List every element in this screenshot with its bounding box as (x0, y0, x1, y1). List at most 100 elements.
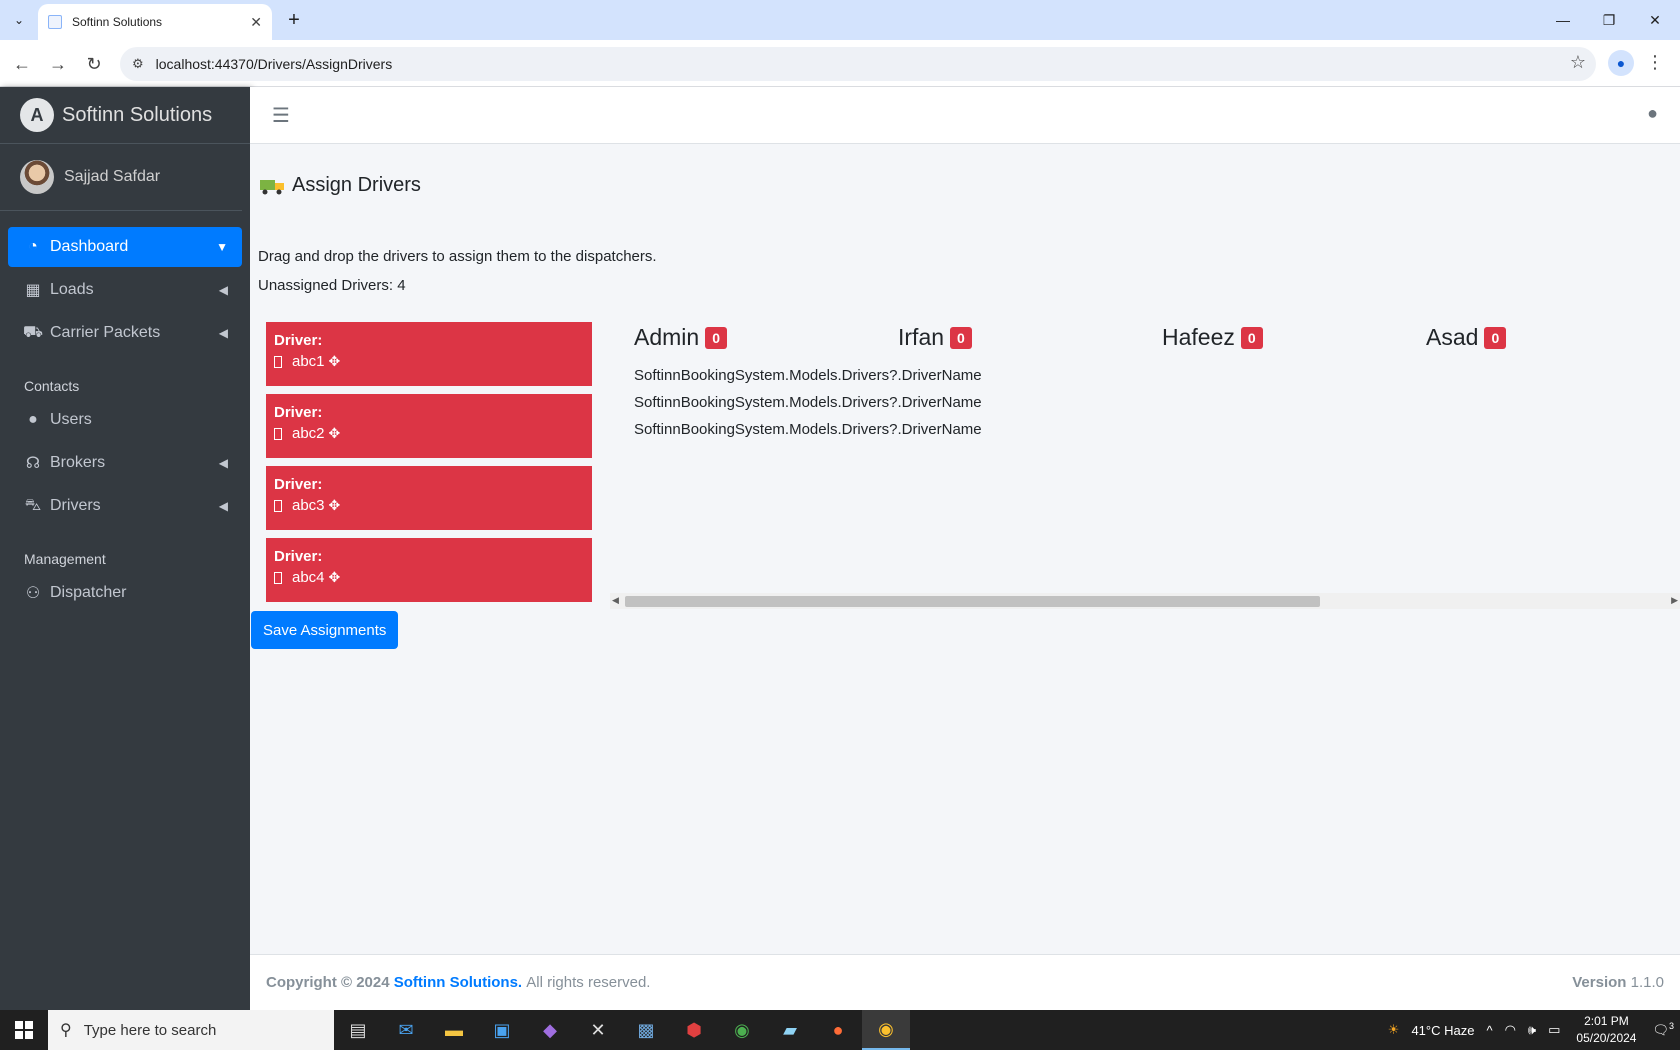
profile-icon[interactable]: ● (1608, 50, 1634, 76)
notifications-icon[interactable]: 🗨3 (1652, 1021, 1674, 1038)
hamburger-menu-icon[interactable]: ☰ (272, 103, 290, 128)
scrollbar-thumb[interactable] (625, 596, 1320, 607)
save-assignments-button[interactable]: Save Assignments (251, 611, 399, 649)
bookmark-star-icon[interactable]: ☆ (1570, 52, 1586, 73)
move-handle-icon[interactable]: ✥ (329, 425, 341, 442)
new-tab-icon[interactable]: + (282, 8, 306, 32)
browser-menu-icon[interactable]: ⋮ (1646, 52, 1664, 73)
back-icon[interactable]: ← (8, 50, 36, 78)
move-handle-icon[interactable]: ✥ (329, 353, 341, 370)
avatar (20, 160, 54, 194)
close-tab-icon[interactable]: ✕ (250, 14, 262, 31)
assigned-driver-item[interactable]: SoftinnBookingSystem.Models.Drivers?.Dri… (634, 421, 982, 438)
driver-label: Driver: (274, 404, 323, 421)
dispatcher-name: Admin (634, 324, 700, 350)
restore-icon[interactable]: ❐ (1586, 0, 1632, 40)
browser-tab[interactable]: Softinn Solutions ✕ (38, 4, 272, 40)
windows-start-icon[interactable] (0, 1010, 48, 1050)
dispatcher-column[interactable]: Hafeez 0 (1162, 324, 1263, 351)
tab-search-chevron-icon[interactable]: ⌄ (6, 8, 32, 32)
page-title-text: Assign Drivers (292, 174, 421, 196)
battery-icon[interactable]: ▭ (1548, 1022, 1560, 1038)
sidebar-item-users[interactable]: ● Users (8, 400, 242, 440)
driver-card[interactable]: Driver: abc3 ✥ (266, 466, 592, 530)
driver-card[interactable]: Driver: abc1 ✥ (266, 322, 592, 386)
clock[interactable]: 2:01 PM 05/20/2024 (1576, 1013, 1636, 1047)
chevron-down-icon: ▼ (216, 240, 228, 254)
forward-icon[interactable]: → (44, 50, 72, 78)
system-tray: ☀ 41°C Haze ^ ◠ 🕪 ▭ 2:01 PM 05/20/2024 🗨… (1382, 1010, 1680, 1050)
postman-icon[interactable]: ● (814, 1010, 862, 1050)
driver-checkbox[interactable] (274, 355, 282, 368)
driver-card[interactable]: Driver: abc4 ✥ (266, 538, 592, 602)
taskbar: ⚲ Type here to search ▤ ✉ ▬ ▣ ◆ ✕ ▩ ⬢ ◉ … (0, 1010, 1680, 1050)
brand-logo-icon: A (20, 98, 54, 132)
url-text[interactable]: localhost:44370/Drivers/AssignDrivers (156, 56, 393, 72)
user-panel[interactable]: Sajjad Safdar (0, 144, 242, 211)
notes-app-icon[interactable]: ▰ (766, 1010, 814, 1050)
driver-name: abc2 (292, 425, 325, 442)
chevron-left-icon: ◀ (218, 283, 228, 297)
driver-name: abc4 (292, 569, 325, 586)
sidebar-item-dashboard[interactable]: ◔ Dashboard ▼ (8, 227, 242, 267)
weather-text[interactable]: 41°C Haze (1411, 1023, 1474, 1038)
scroll-left-icon[interactable]: ◀ (612, 595, 619, 606)
notification-count: 3 (1668, 1021, 1674, 1032)
main-content: Assign Drivers Drag and drop the drivers… (250, 144, 1680, 954)
visual-studio-icon[interactable]: ◆ (526, 1010, 574, 1050)
security-app-icon[interactable]: ⬢ (670, 1010, 718, 1050)
brand-link[interactable]: A Softinn Solutions (0, 87, 250, 144)
dispatcher-name: Irfan (898, 324, 945, 350)
reload-icon[interactable]: ↻ (80, 50, 108, 78)
footer-brand-link[interactable]: Softinn Solutions. (394, 974, 522, 991)
site-info-icon[interactable]: ⚙ (132, 56, 144, 72)
truck-icon: ⛟ (22, 324, 44, 341)
sidebar-item-drivers[interactable]: ⛍ Drivers ◀ (8, 486, 242, 526)
driver-checkbox[interactable] (274, 427, 282, 440)
volume-icon[interactable]: 🕪 (1528, 1022, 1536, 1038)
dispatcher-column[interactable]: Asad 0 (1426, 324, 1507, 351)
dispatcher-count-badge: 0 (1240, 326, 1263, 349)
sql-server-icon[interactable]: ▩ (622, 1010, 670, 1050)
horizontal-scrollbar[interactable]: ◀ ▶ (610, 593, 1680, 609)
sidebar-item-brokers[interactable]: ☊ Brokers ◀ (8, 443, 242, 483)
network-icon[interactable]: ◠ (1505, 1022, 1516, 1038)
url-field[interactable]: ⚙ localhost:44370/Drivers/AssignDrivers … (120, 47, 1596, 81)
move-handle-icon[interactable]: ✥ (329, 497, 341, 514)
tray-chevron-up-icon[interactable]: ^ (1486, 1023, 1492, 1038)
window-close-icon[interactable]: ✕ (1632, 0, 1678, 40)
weather-icon[interactable]: ☀ (1388, 1022, 1400, 1038)
scroll-right-icon[interactable]: ▶ (1671, 595, 1678, 606)
store-icon[interactable]: ▣ (478, 1010, 526, 1050)
sidebar-item-carrier-packets[interactable]: ⛟ Carrier Packets ◀ (8, 313, 242, 353)
tools-icon[interactable]: ✕ (574, 1010, 622, 1050)
dashboard-icon: ◔ (28, 238, 38, 255)
task-view-icon[interactable]: ▤ (334, 1010, 382, 1050)
assigned-driver-item[interactable]: SoftinnBookingSystem.Models.Drivers?.Dri… (634, 394, 982, 411)
assigned-driver-item[interactable]: SoftinnBookingSystem.Models.Drivers?.Dri… (634, 367, 982, 384)
user-menu-icon[interactable]: ● (1647, 103, 1658, 124)
chrome-icon[interactable]: ◉ (862, 1010, 910, 1050)
dispatcher-columns: Admin 0 SoftinnBookingSystem.Models.Driv… (634, 324, 1680, 560)
page-title: Assign Drivers (260, 174, 421, 197)
unassigned-count: Unassigned Drivers: 4 (258, 277, 406, 294)
sidebar-item-loads[interactable]: ▦ Loads ◀ (8, 270, 242, 310)
chevron-left-icon: ◀ (218, 499, 228, 513)
sidebar-item-dispatcher[interactable]: ⚇ Dispatcher (8, 573, 242, 613)
minimize-icon[interactable]: — (1540, 0, 1586, 40)
driver-checkbox[interactable] (274, 499, 282, 512)
chrome-profile-icon[interactable]: ◉ (718, 1010, 766, 1050)
file-explorer-icon[interactable]: ▬ (430, 1010, 478, 1050)
taskbar-search-input[interactable]: ⚲ Type here to search (48, 1010, 334, 1050)
rights-text: All rights reserved. (526, 974, 651, 991)
truck-icon (260, 179, 284, 194)
driver-card[interactable]: Driver: abc2 ✥ (266, 394, 592, 458)
menu-header-management: Management (24, 551, 106, 567)
mail-icon[interactable]: ✉ (382, 1010, 430, 1050)
dispatcher-name: Hafeez (1162, 324, 1235, 350)
dispatcher-column[interactable]: Irfan 0 (898, 324, 972, 351)
dispatcher-count-badge: 0 (950, 326, 972, 349)
move-handle-icon[interactable]: ✥ (329, 569, 341, 586)
driver-checkbox[interactable] (274, 571, 282, 584)
user-name: Sajjad Safdar (64, 168, 161, 185)
